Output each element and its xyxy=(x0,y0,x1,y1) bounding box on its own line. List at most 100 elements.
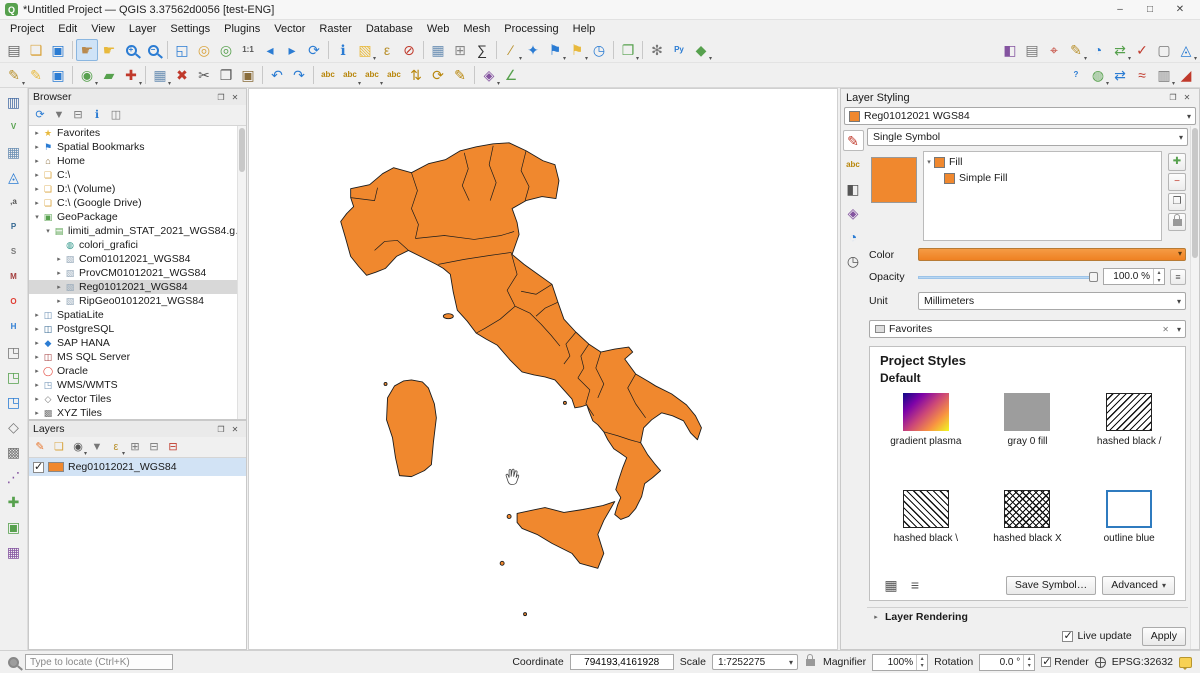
filter-by-expression[interactable]: ε▾ xyxy=(107,438,125,456)
expand-arrow-icon[interactable]: ▾ xyxy=(32,213,42,221)
deselect-features[interactable]: ⊘ xyxy=(398,39,420,61)
style-hashed-black[interactable]: hashed black / xyxy=(1083,393,1175,474)
browser-item-d-volume[interactable]: ▸❏D:\ (Volume) xyxy=(29,182,246,196)
layers-float-button[interactable]: ❐ xyxy=(214,423,228,435)
browser-item-c-google-drive[interactable]: ▸❏C:\ (Google Drive) xyxy=(29,196,246,210)
menu-view[interactable]: View xyxy=(84,21,122,37)
browser-item-postgresql[interactable]: ▸◫PostgreSQL xyxy=(29,322,246,336)
expand-arrow-icon[interactable]: ▸ xyxy=(32,339,42,347)
vertex-tool[interactable]: ✚▾ xyxy=(120,64,142,86)
opacity-slider[interactable] xyxy=(918,271,1098,283)
help-contents[interactable]: ? xyxy=(1065,64,1087,86)
browser-close-button[interactable]: ✕ xyxy=(228,91,242,103)
paste-features[interactable]: ▣ xyxy=(237,64,259,86)
browser-collapse-all[interactable]: ⊟ xyxy=(69,106,87,124)
delete-selected[interactable]: ✖ xyxy=(171,64,193,86)
menu-vector[interactable]: Vector xyxy=(267,21,312,37)
apply-button[interactable]: Apply xyxy=(1142,627,1186,646)
locator-input[interactable] xyxy=(25,654,173,670)
rotation-up-button[interactable]: ▴ xyxy=(1024,655,1034,663)
map-canvas[interactable] xyxy=(248,88,838,650)
coordinate-input[interactable] xyxy=(570,654,674,670)
add-mesh-layer[interactable]: ◬ xyxy=(3,166,25,188)
lock-symbol-color[interactable] xyxy=(1168,213,1186,231)
expand-arrow-icon[interactable]: ▸ xyxy=(54,255,64,263)
processing-toolbox[interactable]: ✻ xyxy=(646,39,668,61)
browser-item-sap-hana[interactable]: ▸◆SAP HANA xyxy=(29,336,246,350)
expand-arrow-icon[interactable]: ▸ xyxy=(32,381,42,389)
render-check-icon[interactable] xyxy=(1041,657,1051,667)
metasearch-catalog[interactable]: ◔ xyxy=(1087,39,1109,61)
live-update-checkbox[interactable]: Live update xyxy=(1062,630,1131,642)
osm-place-search[interactable]: ◍▾ xyxy=(1087,64,1109,86)
styling-close-button[interactable]: ✕ xyxy=(1180,92,1194,104)
style-gray-0-fill[interactable]: gray 0 fill xyxy=(982,393,1074,474)
browser-item-ms-sql-server[interactable]: ▸◫MS SQL Server xyxy=(29,350,246,364)
menu-help[interactable]: Help xyxy=(566,21,603,37)
identify-features[interactable]: ℹ xyxy=(332,39,354,61)
expand-arrow-icon[interactable]: ▸ xyxy=(32,325,42,333)
style-hashed-black-x[interactable]: hashed black X xyxy=(982,490,1074,571)
remove-layer[interactable]: ⊟ xyxy=(164,438,182,456)
expand-arrow-icon[interactable]: ▸ xyxy=(32,311,42,319)
duplicate-symbol-layer[interactable]: ❐ xyxy=(1168,193,1186,211)
add-point-feature[interactable]: ◉▾ xyxy=(76,64,98,86)
save-symbol-button[interactable]: Save Symbol… xyxy=(1006,576,1096,595)
offline-editing[interactable]: ⇄▾ xyxy=(1109,39,1131,61)
expand-arrow-icon[interactable]: ▸ xyxy=(32,129,42,137)
undo[interactable]: ↶ xyxy=(266,64,288,86)
browser-item-wms-wmts[interactable]: ▸◳WMS/WMTS xyxy=(29,378,246,392)
add-vector-tile-layer[interactable]: ◇ xyxy=(3,416,25,438)
annotation-toolbar[interactable]: ✎▾ xyxy=(1065,39,1087,61)
symbol-tree-fill-row[interactable]: ▾ Fill xyxy=(924,154,1161,170)
menu-raster[interactable]: Raster xyxy=(312,21,358,37)
add-polygon-feature[interactable]: ▰ xyxy=(98,64,120,86)
styling-scrollbar[interactable] xyxy=(1190,126,1199,649)
styling-layer-selector[interactable]: Reg01012021 WGS84 ▾ xyxy=(844,107,1196,125)
tab-history[interactable]: ◷ xyxy=(843,250,864,271)
show-statistical-summary[interactable]: ∑ xyxy=(471,39,493,61)
scrollbar-thumb[interactable] xyxy=(1192,128,1198,258)
tab-diagrams[interactable]: ◔ xyxy=(843,226,864,247)
browser-options[interactable]: ◫ xyxy=(107,106,125,124)
pan-map[interactable]: ☛ xyxy=(76,39,98,61)
browser-item-reg01012021-wgs84[interactable]: ▸▧Reg01012021_WGS84 xyxy=(29,280,246,294)
crs-status[interactable]: EPSG:32632 xyxy=(1112,656,1173,668)
browser-item-favorites[interactable]: ▸★Favorites xyxy=(29,126,246,140)
unit-select[interactable]: Millimeters xyxy=(918,292,1186,310)
pin-unpin-labels[interactable]: abc▾ xyxy=(361,64,383,86)
menu-settings[interactable]: Settings xyxy=(163,21,217,37)
expand-arrow-icon[interactable]: ▸ xyxy=(32,199,42,207)
cut-features[interactable]: ✂ xyxy=(193,64,215,86)
add-group[interactable]: ❏ xyxy=(50,438,68,456)
zoom-in[interactable]: + xyxy=(120,39,142,61)
new-virtual-layer[interactable]: ▦ xyxy=(3,541,25,563)
add-wfs-layer[interactable]: ◳ xyxy=(3,391,25,413)
open-data-source-manager[interactable]: ▥ xyxy=(3,91,25,113)
modify-attributes[interactable]: ▦▾ xyxy=(149,64,171,86)
add-spatialite-layer[interactable]: S xyxy=(3,241,25,263)
add-delimited-text-layer[interactable]: ,a xyxy=(3,191,25,213)
style-gradient-plasma[interactable]: gradient plasma xyxy=(880,393,972,474)
add-symbol-layer[interactable]: ✚ xyxy=(1168,153,1186,171)
style-filter-select[interactable]: Favorites ✕ xyxy=(869,320,1186,338)
sicily[interactable] xyxy=(517,502,615,569)
minimize-button[interactable]: – xyxy=(1105,0,1135,19)
opacity-up-button[interactable]: ▴ xyxy=(1154,269,1164,277)
expand-arrow-icon[interactable]: ▸ xyxy=(32,185,42,193)
python-console[interactable]: Py xyxy=(668,39,690,61)
browser-float-button[interactable]: ❐ xyxy=(214,91,228,103)
copy-features[interactable]: ❐ xyxy=(215,64,237,86)
select-by-expression[interactable]: ε xyxy=(376,39,398,61)
menu-plugins[interactable]: Plugins xyxy=(217,21,267,37)
filter-legend[interactable]: ▼ xyxy=(88,438,106,456)
menu-project[interactable]: Project xyxy=(3,21,51,37)
expand-arrow-icon[interactable]: ▸ xyxy=(32,409,42,417)
expand-arrow-icon[interactable]: ▸ xyxy=(32,157,42,165)
profile-tool[interactable]: ≈ xyxy=(1131,64,1153,86)
mesh-calculator[interactable]: ◬▾ xyxy=(1175,39,1197,61)
zoom-last[interactable]: ◂ xyxy=(259,39,281,61)
expand-arrow-icon[interactable]: ▸ xyxy=(32,353,42,361)
zoom-to-layer[interactable]: ◎ xyxy=(215,39,237,61)
menu-edit[interactable]: Edit xyxy=(51,21,84,37)
